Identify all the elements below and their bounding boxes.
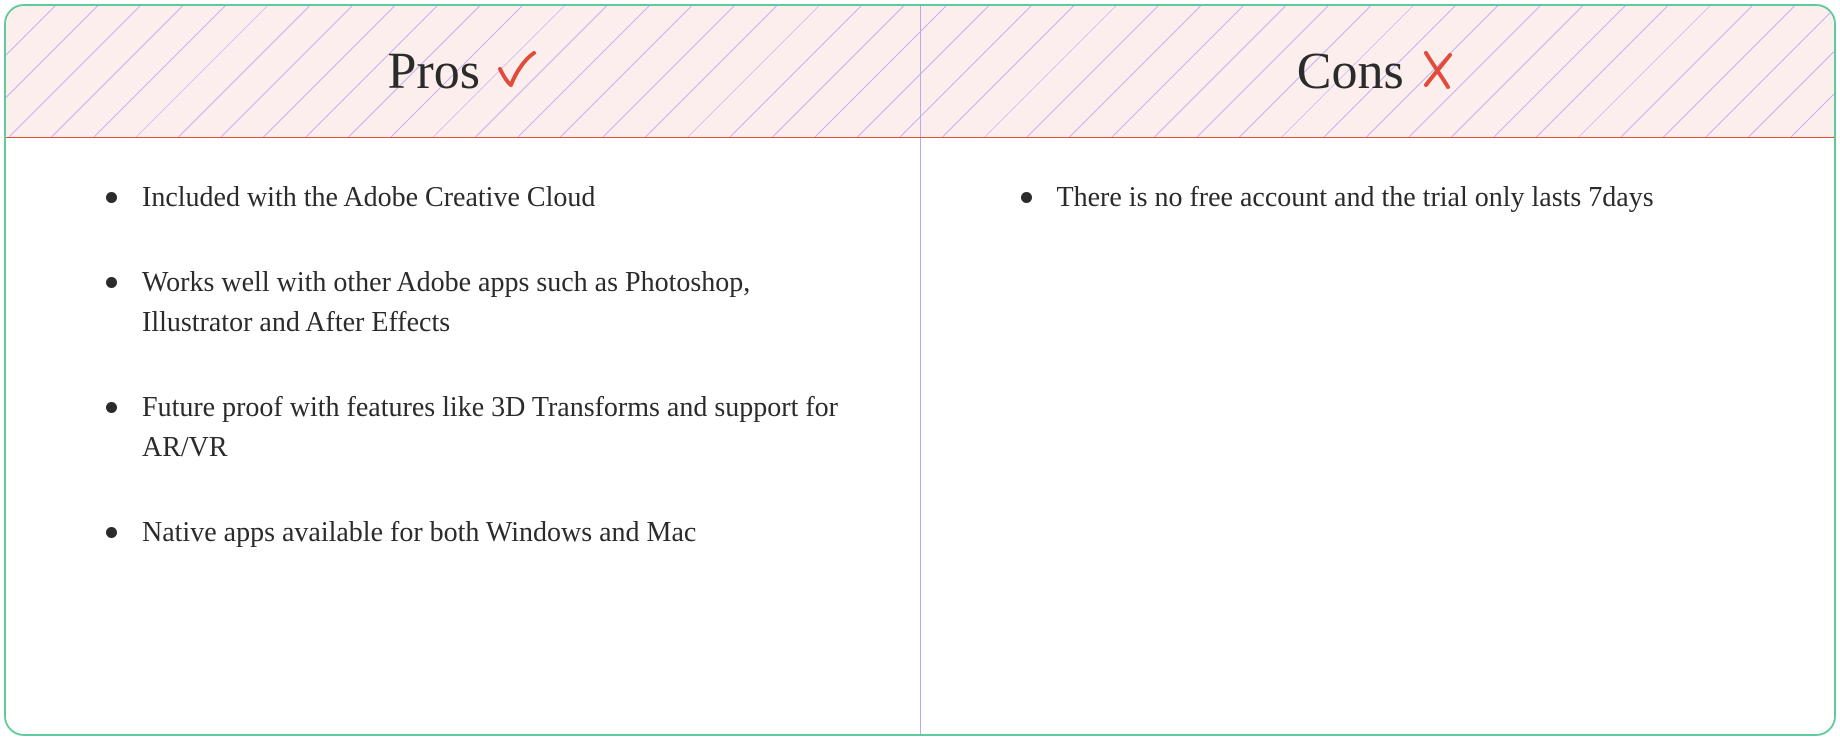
cons-body-cell: There is no free account and the trial o… bbox=[921, 138, 1835, 734]
list-item: Native apps available for both Windows a… bbox=[106, 513, 860, 554]
cons-list: There is no free account and the trial o… bbox=[1021, 178, 1775, 219]
cons-header-title: Cons bbox=[1297, 42, 1404, 101]
cross-icon bbox=[1418, 49, 1458, 94]
pros-body-cell: Included with the Adobe Creative Cloud W… bbox=[6, 138, 921, 734]
cons-header-cell: Cons bbox=[921, 6, 1835, 137]
table-header-row: Pros Cons bbox=[6, 6, 1834, 138]
pros-header-cell: Pros bbox=[6, 6, 921, 137]
list-item: There is no free account and the trial o… bbox=[1021, 178, 1775, 219]
list-item: Future proof with features like 3D Trans… bbox=[106, 388, 860, 469]
pros-list: Included with the Adobe Creative Cloud W… bbox=[106, 178, 860, 554]
pros-header-title: Pros bbox=[388, 42, 480, 101]
table-body-row: Included with the Adobe Creative Cloud W… bbox=[6, 138, 1834, 734]
list-item: Works well with other Adobe apps such as… bbox=[106, 263, 860, 344]
list-item: Included with the Adobe Creative Cloud bbox=[106, 178, 860, 219]
pros-cons-table: Pros Cons Included with the Adobe Creati… bbox=[4, 4, 1836, 736]
check-icon bbox=[494, 47, 538, 96]
